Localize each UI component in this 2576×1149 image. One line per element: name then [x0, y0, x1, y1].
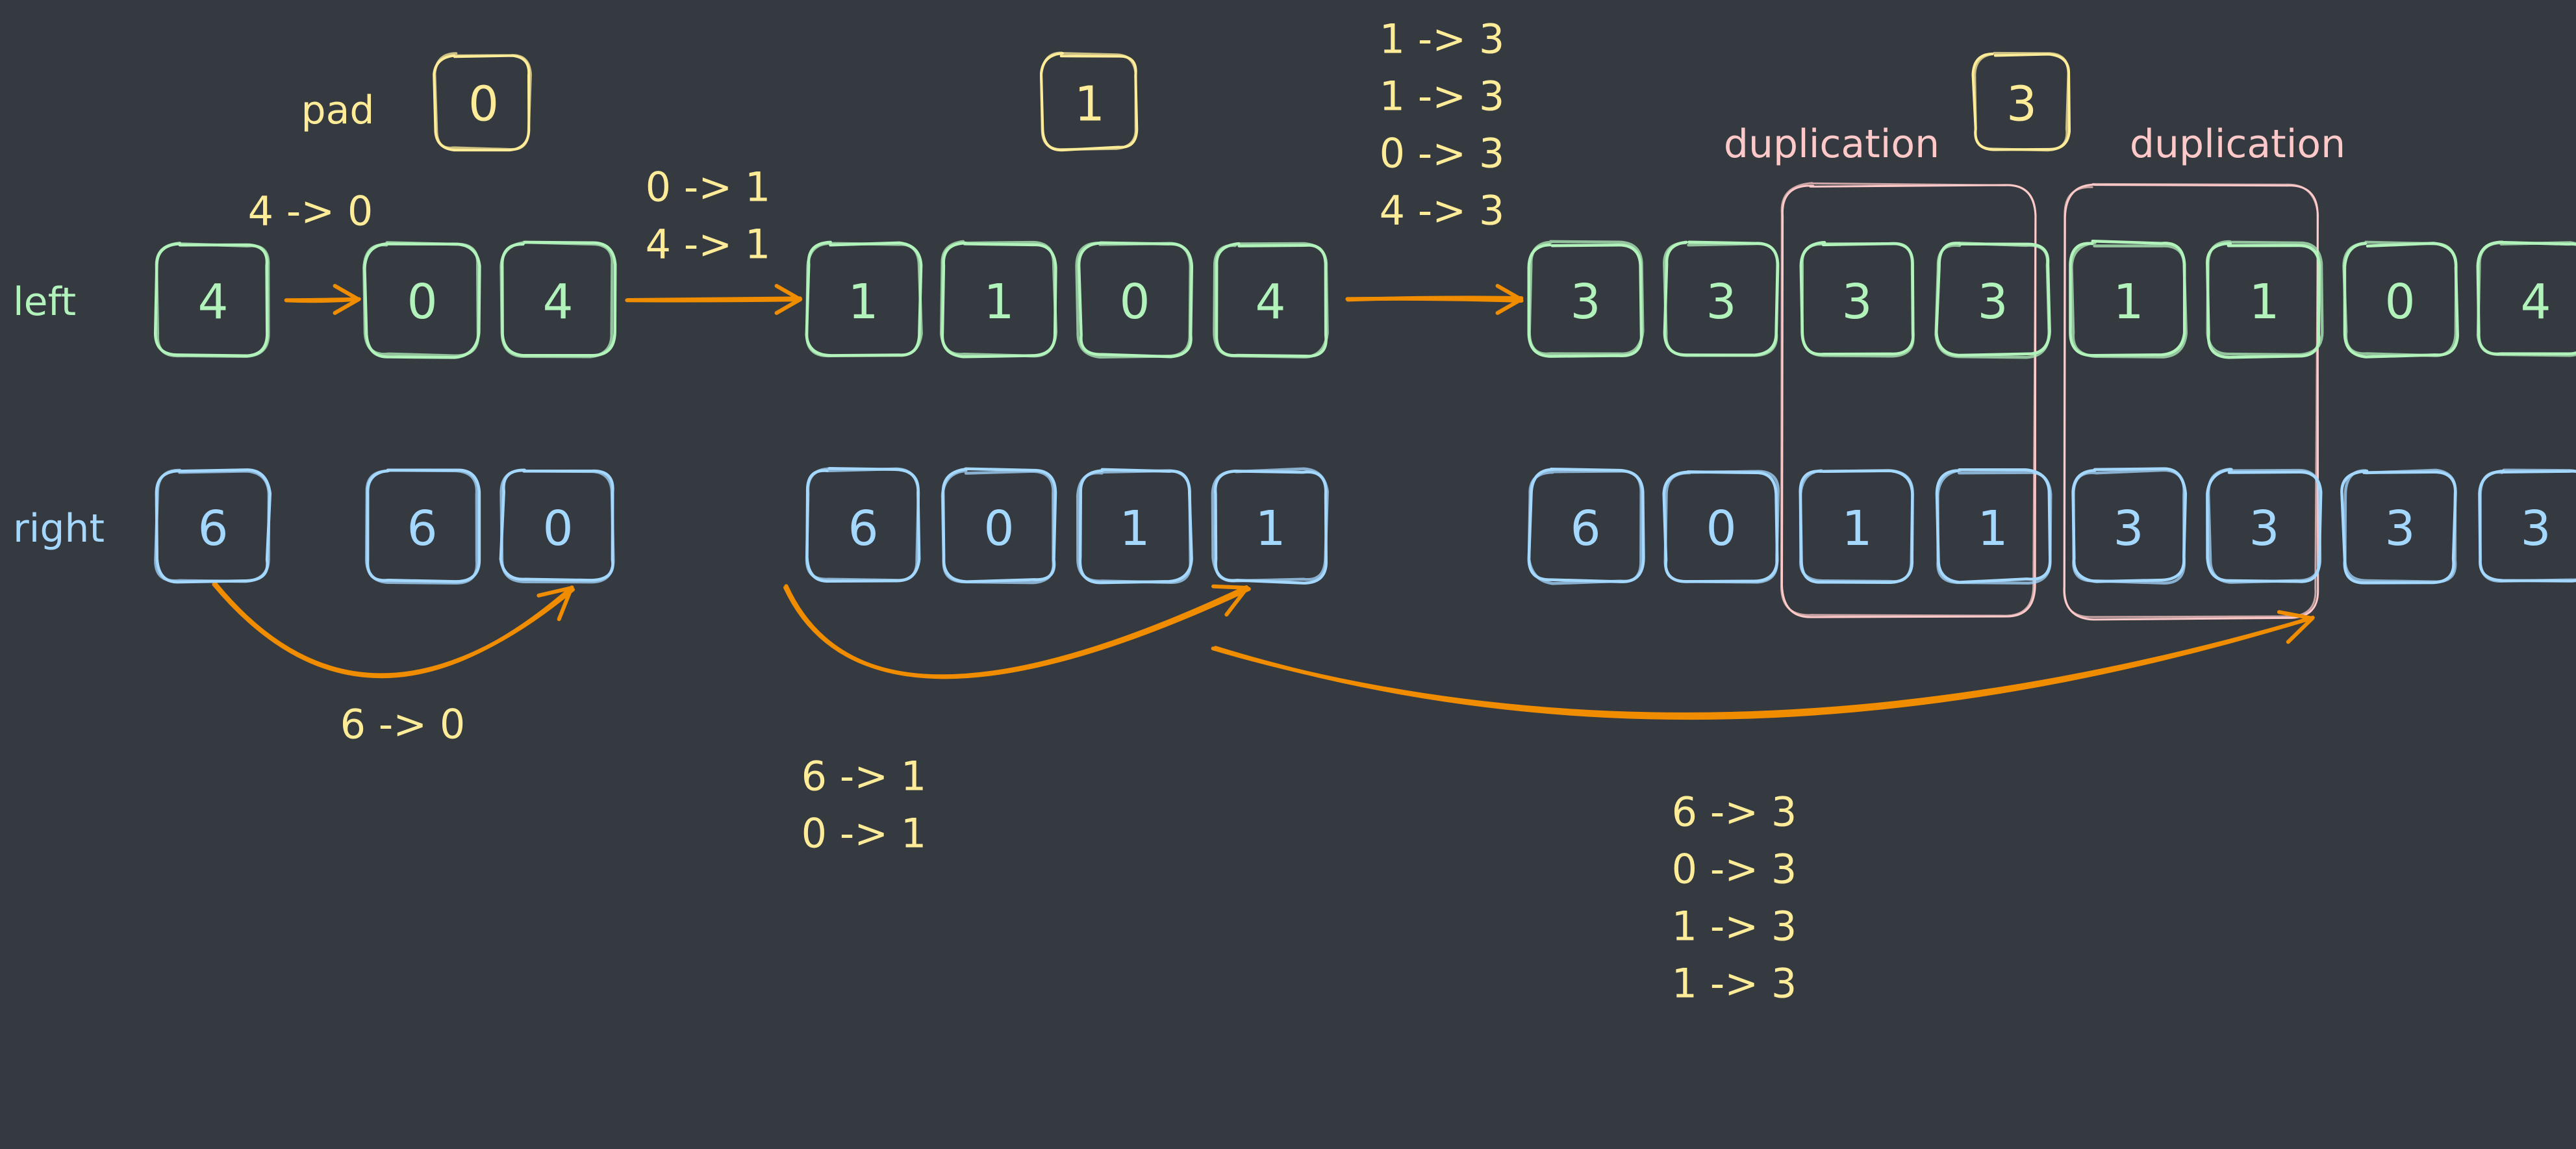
left-cell-value: 4 [2520, 274, 2551, 330]
annotation-group: 4 -> 0 [248, 188, 373, 235]
right-cell-value: 0 [983, 501, 1014, 557]
right-cell: 3 [2071, 467, 2188, 585]
annotation-line: 6 -> 3 [1672, 789, 1797, 836]
pad-box: 3 [1971, 51, 2071, 152]
right-cell: 3 [2206, 468, 2323, 584]
right-cell: 0 [941, 467, 1057, 585]
annotation-line: 4 -> 3 [1380, 187, 1505, 234]
left-cell-value: 3 [1977, 274, 2008, 330]
left-cell-value: 0 [1119, 274, 1150, 330]
right-cell-value: 1 [1841, 501, 1872, 557]
left-cell-value: 0 [407, 274, 437, 330]
annotation-group: 6 -> 3 0 -> 3 1 -> 3 1 -> 3 [1672, 789, 1797, 1007]
right-cell-value: 1 [1255, 501, 1285, 557]
pad-box: 0 [433, 52, 532, 152]
left-cell-value: 3 [1570, 274, 1600, 330]
right-cell-value: 6 [848, 501, 878, 557]
left-cell-value: 4 [197, 274, 228, 330]
right-cell: 0 [1662, 470, 1780, 584]
right-cell: 6 [1527, 467, 1645, 585]
right-cell-value: 3 [2384, 501, 2415, 557]
annotation-group: 1 -> 3 1 -> 3 0 -> 3 4 -> 3 [1380, 16, 1505, 234]
right-cell: 3 [2478, 468, 2576, 583]
annotation-line: 1 -> 3 [1672, 960, 1797, 1007]
right-cell-value: 0 [1706, 501, 1736, 557]
right-cell: 6 [364, 468, 481, 585]
duplication-label: duplication [2130, 121, 2345, 167]
mapping-arrow [212, 582, 575, 679]
annotation-group: 0 -> 1 4 -> 1 [646, 164, 771, 268]
right-cell-value: 6 [197, 501, 228, 557]
diagram-svg: 4 0 4 1 1 0 4 3 3 3 3 1 1 0 4 6 6 0 6 0 1 1 6 0 1 1 3 3 3 3 0 1 3 left ri… [13, 16, 2576, 1007]
stage-arrow [1345, 284, 1524, 315]
right-cell-value: 6 [407, 501, 437, 557]
annotation-group: 6 -> 1 0 -> 1 [802, 753, 927, 857]
left-cell: 0 [1075, 241, 1194, 359]
mapping-arrow [1211, 610, 2315, 720]
right-cell: 6 [805, 467, 921, 583]
pad-box-value: 1 [1074, 77, 1105, 133]
stage-arrow [625, 284, 802, 315]
duplication-label: duplication [1724, 121, 1939, 167]
left-cell: 4 [2476, 240, 2576, 357]
pad-label: pad [301, 88, 375, 133]
right-cell: 0 [499, 468, 615, 584]
diagram-canvas: 4 0 4 1 1 0 4 3 3 3 3 1 1 0 4 6 6 0 6 0 1 1 6 0 1 1 3 3 3 3 0 1 3 left ri… [0, 0, 2576, 1149]
annotation-line: 6 -> 0 [340, 701, 466, 748]
pad-box-value: 3 [2006, 77, 2037, 133]
left-cell: 1 [805, 240, 923, 358]
right-cell: 3 [2340, 468, 2457, 585]
left-cell-value: 1 [2249, 274, 2279, 330]
annotation-line: 1 -> 3 [1672, 903, 1797, 950]
annotation-line: 1 -> 3 [1380, 16, 1505, 63]
annotation-line: 1 -> 3 [1380, 73, 1505, 120]
right-cell-value: 3 [2249, 501, 2279, 557]
duplication-bracket [2063, 183, 2319, 621]
left-cell: 1 [2069, 239, 2188, 359]
right-cell: 1 [1211, 467, 1329, 585]
annotation-line: 0 -> 1 [646, 164, 771, 211]
row-label-right: right [13, 506, 105, 551]
right-cell: 1 [1799, 469, 1914, 585]
right-cell-value: 1 [1119, 501, 1150, 557]
annotation-line: 0 -> 3 [1672, 846, 1797, 893]
right-cell-value: 0 [542, 501, 573, 557]
stage-arrow [284, 284, 361, 315]
right-cell-value: 3 [2520, 501, 2551, 557]
annotation-line: 4 -> 0 [248, 188, 373, 235]
mapping-arrow [783, 584, 1251, 679]
left-cell: 3 [1663, 240, 1780, 357]
right-cell-value: 6 [1570, 501, 1600, 557]
right-cell: 1 [1076, 468, 1193, 585]
annotation-line: 4 -> 1 [646, 221, 771, 268]
left-cell: 4 [153, 242, 270, 358]
right-cell: 6 [154, 468, 272, 584]
left-cell: 1 [2206, 240, 2324, 359]
annotation-line: 6 -> 1 [802, 753, 927, 800]
left-cell: 1 [939, 240, 1058, 359]
left-cell-value: 1 [848, 274, 878, 330]
pad-box: 1 [1040, 51, 1139, 152]
left-cell-value: 1 [2113, 274, 2143, 330]
left-cell: 4 [499, 240, 617, 359]
row-label-left: left [13, 279, 76, 325]
annotation-line: 0 -> 3 [1380, 130, 1505, 177]
left-cell-value: 1 [983, 274, 1014, 330]
pad-box-value: 0 [468, 77, 499, 133]
left-cell-value: 0 [2384, 274, 2415, 330]
left-cell-value: 4 [1255, 274, 1285, 330]
left-cell: 0 [2342, 240, 2459, 359]
left-cell: 3 [1527, 240, 1645, 358]
annotation-group: 6 -> 0 [340, 701, 466, 748]
left-cell-value: 3 [1841, 274, 1872, 330]
left-cell: 3 [1934, 241, 2051, 359]
left-cell-value: 3 [1706, 274, 1736, 330]
right-cell-value: 1 [1977, 501, 2008, 557]
right-cell-value: 3 [2113, 501, 2143, 557]
left-cell: 4 [1213, 242, 1329, 359]
left-cell: 0 [362, 241, 481, 359]
annotation-line: 0 -> 1 [802, 810, 927, 857]
left-cell-value: 4 [542, 274, 573, 330]
left-cell: 3 [1799, 241, 1915, 358]
